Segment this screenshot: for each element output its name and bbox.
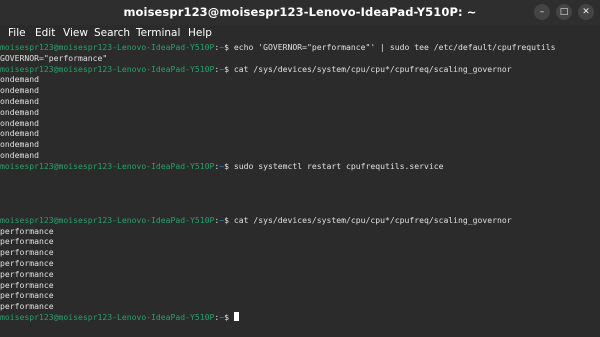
command-text: sudo systemctl restart cpufrequtils.serv… [233,160,444,171]
menu-search[interactable]: Search [94,27,130,39]
output-text: ondemand [0,139,39,150]
output-line: ondemand [0,96,594,107]
output-line: performance [0,301,594,312]
output-line: performance [0,226,594,237]
output-text: performance [0,279,54,290]
prompt-line: moisespr123@moisespr123-Lenovo-IdeaPad-Y… [0,311,594,323]
prompt-line: moisespr123@moisespr123-Lenovo-IdeaPad-Y… [0,63,512,74]
output-text: performance [0,225,54,236]
prompt-symbol: $ [224,42,230,52]
prompt-symbol: $ [224,63,230,74]
output-line: performance [0,258,594,269]
prompt-symbol: $ [224,160,230,171]
prompt-line: moisespr123@moisespr123-Lenovo-IdeaPad-Y… [0,160,444,171]
close-button[interactable]: ✕ [578,4,594,20]
output-text: ondemand [0,149,39,160]
output-line: performance [0,236,594,247]
command-text: cat /sys/devices/system/cpu/cpu*/cpufreq… [233,63,512,74]
output-text: ondemand [0,85,39,96]
output-text: performance [0,236,54,247]
output-text: ondemand [0,106,39,117]
output-text: performance [0,257,54,268]
output-line: ondemand [0,118,594,129]
output-line: performance [0,290,594,301]
prompt-user-host: moisespr123@moisespr123-Lenovo-IdeaPad-Y… [0,311,215,322]
output-text: ondemand [0,128,39,139]
output-line: ondemand [0,107,594,118]
output-line: ondemand [0,85,594,96]
output-line: performance [0,247,594,258]
output-text: performance [0,268,54,279]
prompt-user-host: moisespr123@moisespr123-Lenovo-IdeaPad-Y… [0,160,215,171]
prompt-user-host: moisespr123@moisespr123-Lenovo-IdeaPad-Y… [0,214,215,225]
output-text: performance [0,247,54,258]
menu-help[interactable]: Help [188,27,212,39]
output-line: performance [0,280,594,291]
command-text: echo 'GOVERNOR="performance"' | sudo tee… [233,42,556,52]
output-line: ondemand [0,128,594,139]
menu-edit[interactable]: Edit [35,27,55,39]
menu-bar: File Edit View Search Terminal Help [0,25,600,41]
prompt-user-host: moisespr123@moisespr123-Lenovo-IdeaPad-Y… [0,63,215,74]
output-line: ondemand [0,139,594,150]
prompt-line: moisespr123@moisespr123-Lenovo-IdeaPad-Y… [0,214,512,225]
output-line: GOVERNOR="performance" [0,53,594,64]
menu-view[interactable]: View [63,27,88,39]
output-text: GOVERNOR="performance" [0,52,108,63]
prompt-line: moisespr123@moisespr123-Lenovo-IdeaPad-Y… [0,42,556,52]
maximize-button[interactable]: □ [556,4,572,20]
prompt-user-host: moisespr123@moisespr123-Lenovo-IdeaPad-Y… [0,42,215,52]
minimize-button[interactable]: – [534,4,550,20]
output-line: ondemand [0,74,594,85]
window-title: moisespr123@moisespr123-Lenovo-IdeaPad-Y… [123,5,477,19]
output-text: performance [0,290,54,301]
prompt-symbol: $ [224,214,230,225]
menu-file[interactable]: File [8,27,26,39]
prompt-symbol: $ [224,311,230,322]
output-text: ondemand [0,117,39,128]
command-text: cat /sys/devices/system/cpu/cpu*/cpufreq… [233,214,512,225]
output-line: performance [0,269,594,280]
terminal-window: moisespr123@moisespr123-Lenovo-IdeaPad-Y… [0,0,600,337]
text-cursor [233,311,239,321]
title-bar[interactable]: moisespr123@moisespr123-Lenovo-IdeaPad-Y… [0,0,600,25]
terminal-output[interactable]: moisespr123@moisespr123-Lenovo-IdeaPad-Y… [0,42,594,337]
menu-terminal[interactable]: Terminal [136,27,180,39]
terminal-scrollbar[interactable] [594,42,600,337]
output-text: performance [0,301,54,312]
output-text: ondemand [0,95,39,106]
output-line: ondemand [0,150,594,161]
output-text: ondemand [0,74,39,85]
